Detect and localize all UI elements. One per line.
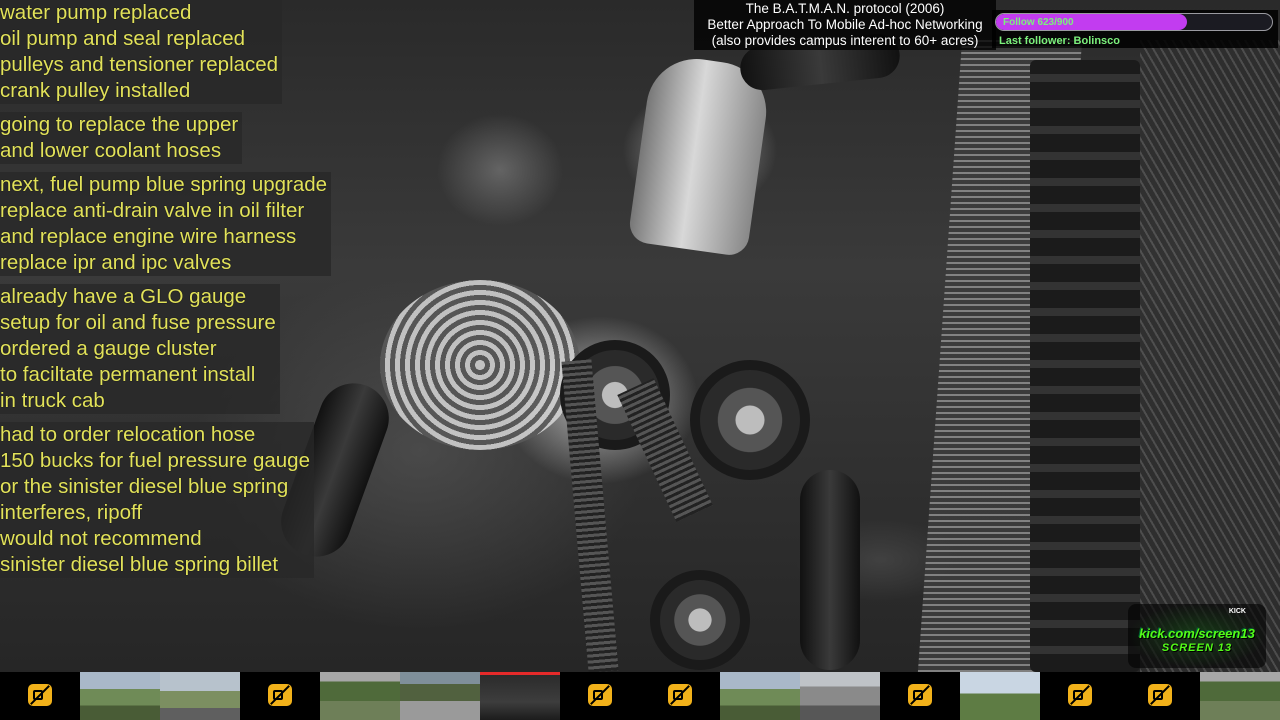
kick-channel-logo: KICK kick.com/screen13 SCREEN 13 xyxy=(1128,604,1266,668)
camera-tile-feed[interactable] xyxy=(160,672,240,720)
camera-tile-offline[interactable] xyxy=(0,672,80,720)
note-line: pulleys and tensioner replaced xyxy=(0,53,279,76)
crank-pulley xyxy=(650,570,750,670)
note-line: oil pump and seal replaced xyxy=(0,27,246,50)
note-line: interferes, ripoff xyxy=(0,501,143,524)
camera-off-icon xyxy=(1148,684,1172,706)
note-block: going to replace the upper and lower cool… xyxy=(0,112,243,164)
camera-tile-offline[interactable] xyxy=(1040,672,1120,720)
note-line: going to replace the upper xyxy=(0,113,239,136)
protocol-info-box: The B.A.T.M.A.N. protocol (2006) Better … xyxy=(694,0,996,50)
camera-off-icon xyxy=(28,684,52,706)
grass-background xyxy=(1140,40,1280,672)
follow-progress-bar: Follow 623/900 xyxy=(995,13,1273,31)
camera-tile-feed[interactable] xyxy=(800,672,880,720)
note-line: replace ipr and ipc valves xyxy=(0,251,232,274)
note-line: crank pulley installed xyxy=(0,79,191,102)
note-block: next, fuel pump blue spring upgrade repla… xyxy=(0,172,332,276)
protocol-title: The B.A.T.M.A.N. protocol (2006) xyxy=(745,1,945,16)
camera-tile-offline[interactable] xyxy=(240,672,320,720)
note-line: to faciltate permanent install xyxy=(0,363,256,386)
kick-wordmark: KICK xyxy=(1228,608,1246,615)
radiator-tank xyxy=(1030,60,1140,672)
camera-tile-feed[interactable] xyxy=(1200,672,1280,720)
note-block: had to order relocation hose 150 bucks fo… xyxy=(0,422,314,578)
work-notes-overlay: water pump replaced oil pump and seal rep… xyxy=(0,0,370,586)
kick-screen-name: SCREEN 13 xyxy=(1161,642,1233,654)
note-line: next, fuel pump blue spring upgrade xyxy=(0,173,328,196)
note-line: in truck cab xyxy=(0,389,105,412)
note-line: or the sinister diesel blue spring xyxy=(0,475,289,498)
camera-tile-offline[interactable] xyxy=(1120,672,1200,720)
camera-tile-feed[interactable] xyxy=(320,672,400,720)
protocol-note: (also provides campus interent to 60+ ac… xyxy=(711,33,979,48)
note-line: and replace engine wire harness xyxy=(0,225,297,248)
camera-off-icon xyxy=(268,684,292,706)
camera-tile-feed[interactable] xyxy=(80,672,160,720)
follow-count: Follow 623/900 xyxy=(1003,17,1074,28)
note-line: sinister diesel blue spring billet xyxy=(0,553,279,576)
camera-off-icon xyxy=(908,684,932,706)
note-block: water pump replaced oil pump and seal rep… xyxy=(0,0,283,104)
last-follower: Last follower: Bolinsco xyxy=(999,35,1121,47)
note-line: water pump replaced xyxy=(0,1,192,24)
note-line: 150 bucks for fuel pressure gauge xyxy=(0,449,310,472)
note-line: would not recommend xyxy=(0,527,202,550)
note-line: had to order relocation hose xyxy=(0,423,256,446)
camera-tile-offline[interactable] xyxy=(640,672,720,720)
camera-tile-feed[interactable] xyxy=(960,672,1040,720)
camera-off-icon xyxy=(668,684,692,706)
camera-tile-offline[interactable] xyxy=(560,672,640,720)
note-line: setup for oil and fuse pressure xyxy=(0,311,276,334)
note-line: already have a GLO gauge xyxy=(0,285,247,308)
camera-off-icon xyxy=(1068,684,1092,706)
camera-tile-feed[interactable] xyxy=(400,672,480,720)
camera-thumbnail-strip xyxy=(0,672,1280,720)
camera-tile-feed[interactable] xyxy=(720,672,800,720)
camera-off-icon xyxy=(588,684,612,706)
tensioner-pulley xyxy=(690,360,810,480)
note-line: replace anti-drain valve in oil filter xyxy=(0,199,305,222)
camera-tile-offline[interactable] xyxy=(880,672,960,720)
note-block: already have a GLO gauge setup for oil an… xyxy=(0,284,280,414)
camera-tile-active[interactable] xyxy=(480,672,560,720)
kick-channel-url: kick.com/screen13 xyxy=(1139,626,1255,641)
note-line: ordered a gauge cluster xyxy=(0,337,217,360)
protocol-expansion: Better Approach To Mobile Ad-hoc Network… xyxy=(707,17,983,32)
note-line: and lower coolant hoses xyxy=(0,139,222,162)
lower-hose xyxy=(800,470,860,670)
alternator xyxy=(380,280,580,450)
follow-goal-panel: Follow 623/900 Last follower: Bolinsco xyxy=(992,10,1278,48)
